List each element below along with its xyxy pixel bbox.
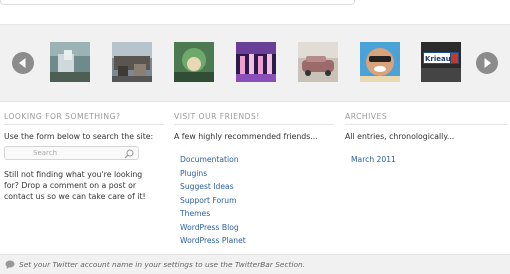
gallery-thumb-7[interactable]: Krieau: [421, 42, 461, 82]
list-item: Suggest Ideas: [180, 180, 334, 194]
gallery-prev-button[interactable]: [12, 52, 34, 74]
krieau-sign-text: Krieau: [425, 55, 451, 63]
archives-intro: All entries, chronologically...: [345, 132, 455, 141]
link-wordpress-planet[interactable]: WordPress Planet: [180, 236, 246, 245]
photo-thumb-2: [112, 42, 152, 82]
photo-thumb-1: [50, 42, 90, 82]
search-icon[interactable]: [124, 149, 134, 159]
link-wordpress-blog[interactable]: WordPress Blog: [180, 223, 239, 232]
search-widget: LOOKING FOR SOMETHING? Use the form belo…: [4, 112, 164, 201]
list-item: WordPress Planet: [180, 234, 334, 248]
search-help-text: Still not finding what you're looking fo…: [4, 170, 146, 201]
image-gallery: Krieau: [0, 24, 510, 102]
link-themes[interactable]: Themes: [180, 209, 210, 218]
search-input[interactable]: [5, 147, 117, 159]
archives-link-list: March 2011: [345, 153, 507, 167]
photo-thumb-3: [174, 42, 214, 82]
list-item: Documentation: [180, 153, 334, 167]
link-support-forum[interactable]: Support Forum: [180, 196, 237, 205]
arrow-right-icon: [484, 58, 491, 68]
archives-heading: ARCHIVES: [345, 112, 507, 125]
gallery-thumb-1[interactable]: [50, 42, 90, 82]
list-item: WordPress Blog: [180, 221, 334, 235]
speech-bubble-icon: [5, 260, 15, 269]
search-intro: Use the form below to search the site:: [4, 132, 154, 141]
list-item: Themes: [180, 207, 334, 221]
archives-widget: ARCHIVES All entries, chronologically...…: [345, 112, 507, 167]
friends-heading: VISIT OUR FRIENDS!: [174, 112, 334, 125]
gallery-thumb-6[interactable]: [360, 42, 400, 82]
link-documentation[interactable]: Documentation: [180, 155, 239, 164]
twitterbar-footer: Set your Twitter account name in your se…: [0, 254, 510, 274]
photo-thumb-7: Krieau: [421, 42, 461, 82]
list-item: Plugins: [180, 167, 334, 181]
photo-thumb-6: [360, 42, 400, 82]
arrow-left-icon: [19, 58, 26, 68]
friends-link-list: Documentation Plugins Suggest Ideas Supp…: [174, 153, 334, 248]
photo-thumb-4: [236, 42, 276, 82]
link-march-2011[interactable]: March 2011: [351, 155, 396, 164]
gallery-thumb-2[interactable]: [112, 42, 152, 82]
link-suggest-ideas[interactable]: Suggest Ideas: [180, 182, 234, 191]
gallery-next-button[interactable]: [476, 52, 498, 74]
gallery-thumb-4[interactable]: [236, 42, 276, 82]
search-box: [4, 146, 139, 160]
search-heading: LOOKING FOR SOMETHING?: [4, 112, 164, 125]
list-item: March 2011: [351, 153, 507, 167]
top-content-box: [0, 0, 355, 5]
friends-intro: A few highly recommended friends...: [174, 132, 318, 141]
gallery-thumb-3[interactable]: [174, 42, 214, 82]
photo-thumb-5: [298, 42, 338, 82]
list-item: Support Forum: [180, 194, 334, 208]
gallery-thumb-5[interactable]: [298, 42, 338, 82]
friends-widget: VISIT OUR FRIENDS! A few highly recommen…: [174, 112, 334, 248]
link-plugins[interactable]: Plugins: [180, 169, 207, 178]
twitterbar-message: Set your Twitter account name in your se…: [19, 260, 306, 269]
